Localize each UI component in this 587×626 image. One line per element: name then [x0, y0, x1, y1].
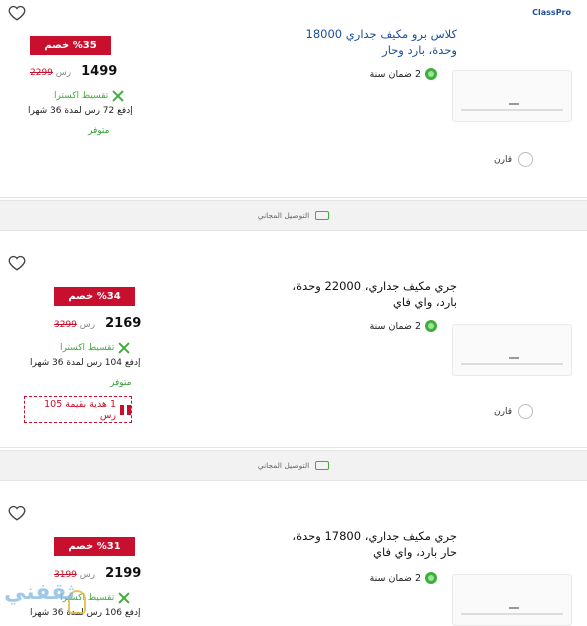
- old-price: رس 3199: [54, 570, 96, 580]
- installment-text: إدفع 72 رس لمدة 36 شهرا: [28, 106, 133, 116]
- watermark-text: ثقفني: [4, 580, 76, 605]
- old-price: رس 2299: [30, 68, 72, 78]
- current-price: 2199: [105, 566, 142, 581]
- tabby-offer[interactable]: تقسيط اكسترا: [54, 90, 125, 102]
- product-card-3[interactable]: جري مكيف جداري، 17800 وحدة، حار بارد، وا…: [0, 500, 587, 626]
- discount-badge: %31 خصم: [54, 537, 135, 556]
- tabby-icon: [117, 342, 131, 354]
- installment-text: إدفع 104 رس لمدة 36 شهرا: [30, 358, 141, 368]
- product-title[interactable]: جري مكيف جداري، 22000 وحدة، بارد، واي فا…: [157, 278, 457, 310]
- warranty-info: 2 ضمان سنة: [370, 68, 437, 80]
- tabby-icon: [117, 592, 131, 604]
- warranty-badge-icon: [425, 320, 437, 332]
- wishlist-heart-icon[interactable]: [8, 254, 26, 272]
- discount-badge: %34 خصم: [54, 287, 135, 306]
- truck-icon: [315, 461, 330, 470]
- product-image[interactable]: [452, 574, 572, 626]
- wishlist-heart-icon[interactable]: [8, 504, 26, 522]
- gift-icon: [120, 402, 131, 415]
- availability-status: متوفر: [88, 126, 110, 136]
- brand-logo: ClassPro: [532, 8, 571, 17]
- availability-status: متوفر: [110, 378, 132, 388]
- warranty-badge-icon: [425, 68, 437, 80]
- product-image[interactable]: [452, 324, 572, 376]
- gift-offer[interactable]: 1 هدية بقيمة 105 رس: [24, 396, 132, 423]
- warranty-badge-icon: [425, 572, 437, 584]
- tabby-offer[interactable]: تقسيط اكسترا: [60, 342, 131, 354]
- product-title[interactable]: كلاس برو مكيف جداري 18000 وحدة، بارد وحا…: [157, 26, 457, 58]
- price-row: 2169 رس 3299: [54, 316, 141, 331]
- product-image[interactable]: [452, 70, 572, 122]
- product-card-1[interactable]: ClassPro كلاس برو مكيف جداري 18000 وحدة،…: [0, 0, 587, 198]
- warranty-info: 2 ضمان سنة: [370, 572, 437, 584]
- product-title[interactable]: جري مكيف جداري، 17800 وحدة، حار بارد، وا…: [157, 528, 457, 560]
- price-row: 2199 رس 3199: [54, 566, 141, 581]
- compare-toggle[interactable]: قارن: [494, 404, 533, 419]
- truck-icon: [315, 211, 330, 220]
- wishlist-heart-icon[interactable]: [8, 4, 26, 22]
- free-delivery-banner: التوصيل المجاني: [0, 450, 587, 481]
- current-price: 2169: [105, 316, 142, 331]
- compare-checkbox[interactable]: [518, 404, 533, 419]
- discount-badge: %35 خصم: [30, 36, 111, 55]
- compare-checkbox[interactable]: [518, 152, 533, 167]
- warranty-info: 2 ضمان سنة: [370, 320, 437, 332]
- price-row: 1499 رس 2299: [30, 64, 117, 79]
- tabby-icon: [111, 90, 125, 102]
- free-delivery-banner: التوصيل المجاني: [0, 200, 587, 231]
- old-price: رس 3299: [54, 320, 96, 330]
- product-card-2[interactable]: جري مكيف جداري، 22000 وحدة، بارد، واي فا…: [0, 250, 587, 448]
- compare-toggle[interactable]: قارن: [494, 152, 533, 167]
- current-price: 1499: [81, 64, 118, 79]
